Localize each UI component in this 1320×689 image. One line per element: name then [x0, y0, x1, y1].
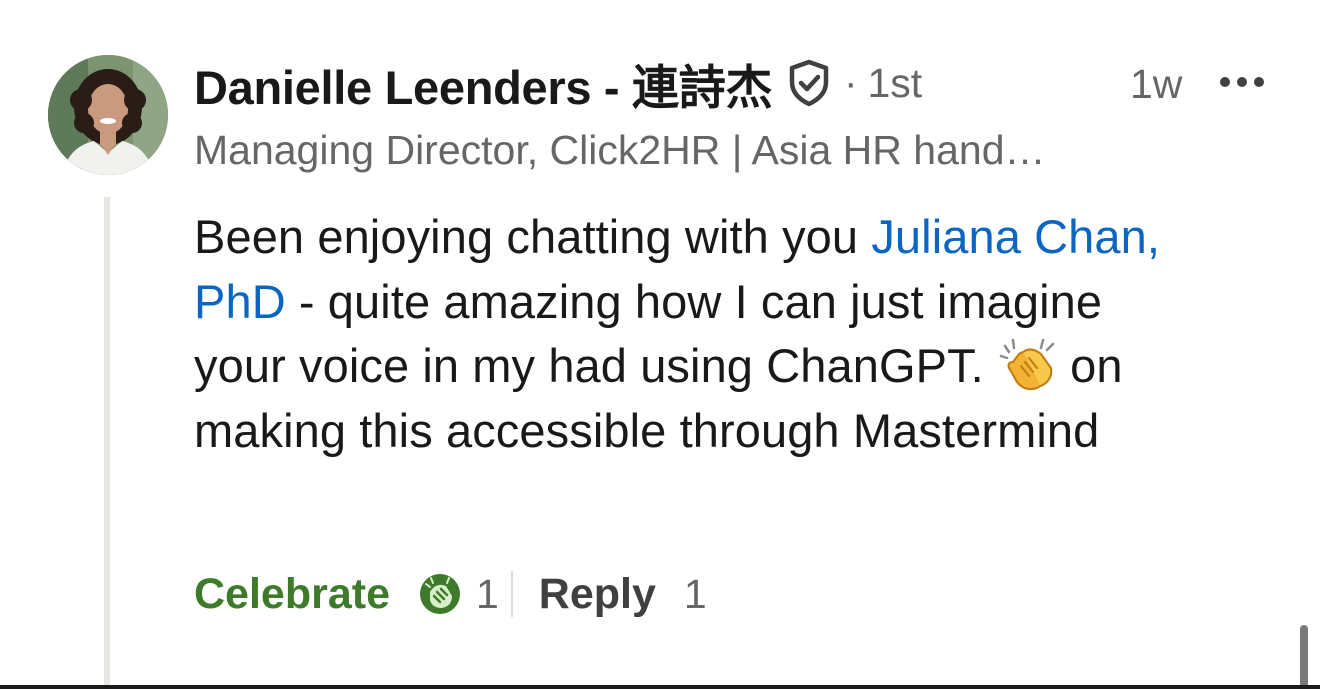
scrollbar[interactable] — [1300, 625, 1308, 689]
comment-item: Danielle Leenders - 連詩杰 · 1st 1w Managin… — [0, 0, 1320, 689]
reaction-count[interactable]: 1 — [476, 571, 499, 618]
reply-count[interactable]: 1 — [684, 571, 707, 618]
author-headline: Managing Director, Click2HR | Asia HR ha… — [194, 127, 1046, 173]
celebrate-button[interactable]: Celebrate — [194, 570, 390, 619]
reply-button[interactable]: Reply — [539, 570, 656, 619]
avatar[interactable] — [48, 55, 168, 175]
comment-text: Been enjoying chatting with you Juliana … — [194, 205, 1194, 463]
comment-text-part: - quite amazing how I can just imagine y… — [194, 274, 1103, 393]
comment-timestamp: 1w — [1130, 61, 1183, 107]
bottom-divider — [0, 685, 1320, 689]
comment-actions: Celebrate 1 Reply 1 — [194, 566, 707, 622]
shield-check-icon[interactable] — [786, 58, 832, 108]
thread-line — [104, 197, 110, 689]
more-options-icon — [1220, 77, 1264, 87]
comment-text-part: Been enjoying chatting with you — [194, 210, 872, 263]
celebrate-icon[interactable] — [418, 572, 462, 616]
action-divider — [510, 571, 513, 617]
comment-header: Danielle Leenders - 連詩杰 · 1st — [194, 52, 922, 114]
connection-degree: 1st — [867, 59, 923, 106]
clapping-hands-emoji-icon — [997, 336, 1057, 392]
avatar-photo-icon — [48, 55, 168, 175]
degree-separator: · — [844, 60, 858, 105]
more-options-button[interactable] — [1214, 62, 1270, 102]
author-name[interactable]: Danielle Leenders - 連詩杰 — [194, 49, 772, 118]
